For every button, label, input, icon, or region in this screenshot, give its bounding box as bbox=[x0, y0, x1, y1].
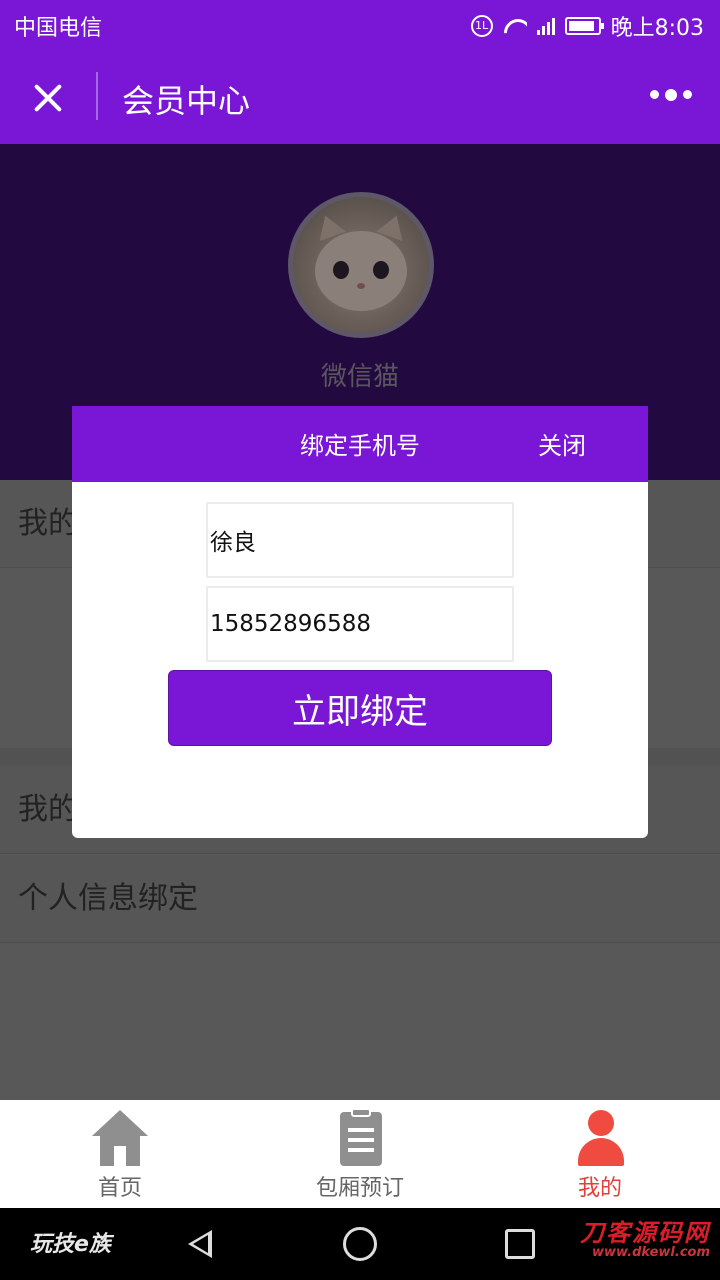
avatar[interactable] bbox=[288, 192, 434, 338]
tab-mine[interactable]: 我的 bbox=[480, 1100, 720, 1208]
home-icon bbox=[92, 1110, 148, 1166]
user-icon bbox=[578, 1110, 624, 1166]
back-icon[interactable] bbox=[184, 1228, 216, 1260]
nav-divider bbox=[96, 72, 98, 120]
list-item-label: 我的 bbox=[18, 506, 78, 541]
profile-name: 微信猫 bbox=[320, 362, 399, 392]
modal-header: 绑定手机号 关闭 bbox=[72, 406, 648, 482]
watermark-left: 玩技e族 bbox=[30, 1232, 111, 1257]
page-title: 会员中心 bbox=[122, 82, 251, 120]
battery-fill bbox=[568, 21, 594, 31]
status-bar: 中国电信 1L 晚上8:03 bbox=[0, 0, 720, 50]
tab-bar: 首页 包厢预订 我的 bbox=[0, 1100, 720, 1208]
volte-icon: 1L bbox=[470, 15, 493, 37]
home-circle-icon[interactable] bbox=[343, 1227, 377, 1261]
nav-bar: 会员中心 bbox=[0, 50, 720, 144]
cat-eye-left bbox=[333, 261, 349, 279]
cat-eye-right bbox=[373, 261, 389, 279]
list-item-bind-info[interactable]: 个人信息绑定 bbox=[0, 855, 720, 943]
signal-bars-icon bbox=[536, 17, 555, 35]
bind-phone-modal: 绑定手机号 关闭 立即绑定 bbox=[72, 406, 648, 838]
tab-label: 包厢预订 bbox=[315, 1176, 404, 1201]
bind-now-button[interactable]: 立即绑定 bbox=[168, 670, 552, 746]
system-nav-bar: 玩技e族 刀客源码网 www.dkewl.com bbox=[0, 1208, 720, 1280]
tab-label: 首页 bbox=[97, 1176, 142, 1201]
tab-booking[interactable]: 包厢预订 bbox=[240, 1100, 480, 1208]
status-time: 晚上8:03 bbox=[610, 16, 704, 41]
modal-close-button[interactable]: 关闭 bbox=[538, 426, 586, 461]
watermark-right: 刀客源码网 www.dkewl.com bbox=[580, 1220, 710, 1260]
list-item-label: 个人信息绑定 bbox=[18, 881, 198, 916]
close-icon[interactable] bbox=[28, 78, 68, 118]
wifi-icon bbox=[503, 17, 527, 35]
cat-nose bbox=[357, 283, 365, 289]
more-dots-icon[interactable] bbox=[650, 88, 692, 101]
name-field[interactable] bbox=[206, 502, 514, 578]
list-item-label: 我的 bbox=[18, 792, 78, 827]
status-icons: 1L 晚上8:03 bbox=[470, 10, 704, 42]
carrier-label: 中国电信 bbox=[14, 16, 103, 41]
tab-home[interactable]: 首页 bbox=[0, 1100, 240, 1208]
clipboard-icon bbox=[340, 1108, 382, 1166]
phone-field[interactable] bbox=[206, 586, 514, 662]
watermark-sub: www.dkewl.com bbox=[591, 1245, 710, 1260]
battery-icon bbox=[564, 17, 604, 35]
tab-label: 我的 bbox=[577, 1176, 622, 1201]
recent-apps-icon[interactable] bbox=[505, 1229, 535, 1259]
watermark-main: 刀客源码网 bbox=[580, 1219, 710, 1247]
cat-face bbox=[315, 231, 407, 311]
